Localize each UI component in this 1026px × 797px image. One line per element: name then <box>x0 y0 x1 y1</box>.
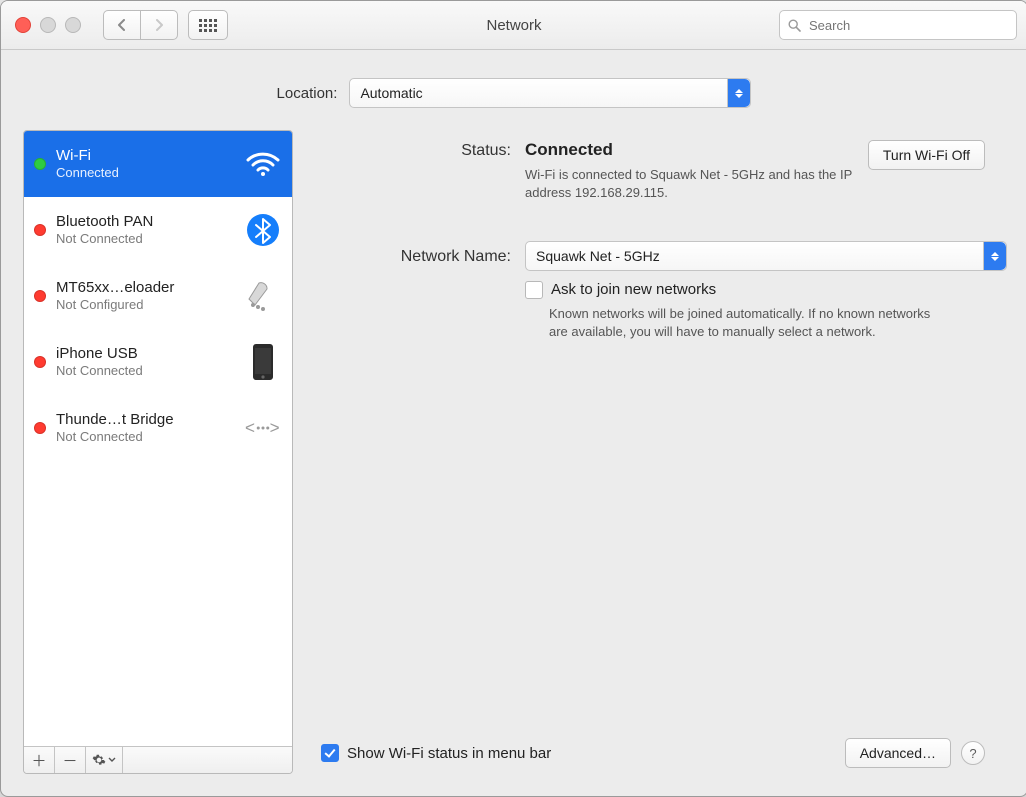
service-status: Not Connected <box>56 429 234 445</box>
toggle-wifi-button[interactable]: Turn Wi-Fi Off <box>868 140 985 170</box>
service-actions-button[interactable] <box>86 747 123 773</box>
service-text: MT65xx…eloaderNot Configured <box>56 279 234 313</box>
forward-button[interactable] <box>140 10 178 40</box>
wifi-icon <box>244 151 282 177</box>
modem-icon <box>244 279 282 313</box>
sidebar-service-iphone[interactable]: iPhone USBNot Connected <box>24 329 292 395</box>
chevron-right-icon <box>154 19 164 31</box>
popup-arrows-icon <box>727 79 750 107</box>
service-name: Bluetooth PAN <box>56 213 234 231</box>
show-all-button[interactable] <box>188 10 228 40</box>
service-name: MT65xx…eloader <box>56 279 234 297</box>
service-name: Wi-Fi <box>56 147 234 165</box>
service-status: Not Connected <box>56 363 234 379</box>
ask-join-description: Known networks will be joined automatica… <box>549 305 949 340</box>
show-menubar-label: Show Wi-Fi status in menu bar <box>347 745 551 762</box>
ask-join-checkbox[interactable] <box>525 281 543 299</box>
status-dot-icon <box>34 356 46 368</box>
network-name-popup[interactable]: Squawk Net - 5GHz <box>525 241 1007 271</box>
network-name-label: Network Name: <box>321 246 511 266</box>
status-value: Connected <box>525 140 613 159</box>
sidebar-service-modem[interactable]: MT65xx…eloaderNot Configured <box>24 263 292 329</box>
sidebar-service-wifi[interactable]: Wi-FiConnected <box>24 131 292 197</box>
ask-join-label: Ask to join new networks <box>551 281 716 298</box>
service-detail: Status: Connected Wi-Fi is connected to … <box>311 130 1005 774</box>
sidebar-footer: ＋ － <box>24 746 292 773</box>
status-dot-icon <box>34 422 46 434</box>
location-popup[interactable]: Automatic <box>349 78 751 108</box>
minus-icon: － <box>62 750 77 771</box>
network-preferences-window: Network Location: Automatic Wi-FiConnect… <box>0 0 1026 797</box>
popup-arrows-icon <box>983 242 1006 270</box>
iphone-icon <box>244 343 282 381</box>
bluetooth-icon <box>244 213 282 247</box>
search-input[interactable] <box>807 17 1008 34</box>
chevron-down-icon <box>108 757 116 763</box>
help-button[interactable]: ? <box>961 741 985 765</box>
minimize-window-button[interactable] <box>40 17 56 33</box>
location-label: Location: <box>277 85 338 102</box>
back-button[interactable] <box>103 10 140 40</box>
location-value: Automatic <box>360 85 422 101</box>
status-dot-icon <box>34 290 46 302</box>
grid-icon <box>199 19 217 32</box>
service-text: iPhone USBNot Connected <box>56 345 234 379</box>
zoom-window-button[interactable] <box>65 17 81 33</box>
service-status: Connected <box>56 165 234 181</box>
sidebar-service-bluetooth[interactable]: Bluetooth PANNot Connected <box>24 197 292 263</box>
window-controls <box>15 17 81 33</box>
service-name: Thunde…t Bridge <box>56 411 234 429</box>
chevron-left-icon <box>117 19 127 31</box>
service-status: Not Connected <box>56 231 234 247</box>
remove-service-button[interactable]: － <box>55 747 86 773</box>
help-icon: ? <box>969 746 976 761</box>
advanced-button[interactable]: Advanced… <box>845 738 951 768</box>
detail-footer: Show Wi-Fi status in menu bar Advanced… … <box>321 738 985 768</box>
status-dot-icon <box>34 224 46 236</box>
nav-back-forward <box>103 10 178 40</box>
service-text: Wi-FiConnected <box>56 147 234 181</box>
titlebar: Network <box>1 1 1026 50</box>
services-list: Wi-FiConnectedBluetooth PANNot Connected… <box>24 131 292 746</box>
svg-text:>: > <box>270 419 280 438</box>
services-sidebar: Wi-FiConnectedBluetooth PANNot Connected… <box>23 130 293 774</box>
thunderbolt-icon: <> <box>244 413 282 443</box>
content-area: Wi-FiConnectedBluetooth PANNot Connected… <box>1 130 1026 796</box>
search-icon <box>788 19 801 32</box>
status-label: Status: <box>321 140 511 160</box>
search-field[interactable] <box>779 10 1017 40</box>
service-text: Thunde…t BridgeNot Connected <box>56 411 234 445</box>
service-text: Bluetooth PANNot Connected <box>56 213 234 247</box>
status-description: Wi-Fi is connected to Squawk Net - 5GHz … <box>525 166 854 201</box>
service-status: Not Configured <box>56 297 234 313</box>
plus-icon: ＋ <box>31 750 46 771</box>
network-name-value: Squawk Net - 5GHz <box>536 248 660 264</box>
status-dot-icon <box>34 158 46 170</box>
gear-icon <box>92 753 106 767</box>
svg-text:<: < <box>245 419 255 438</box>
show-menubar-checkbox[interactable] <box>321 744 339 762</box>
add-service-button[interactable]: ＋ <box>24 747 55 773</box>
service-name: iPhone USB <box>56 345 234 363</box>
close-window-button[interactable] <box>15 17 31 33</box>
location-row: Location: Automatic <box>1 50 1026 130</box>
sidebar-service-thunderbolt[interactable]: Thunde…t BridgeNot Connected<> <box>24 395 292 461</box>
